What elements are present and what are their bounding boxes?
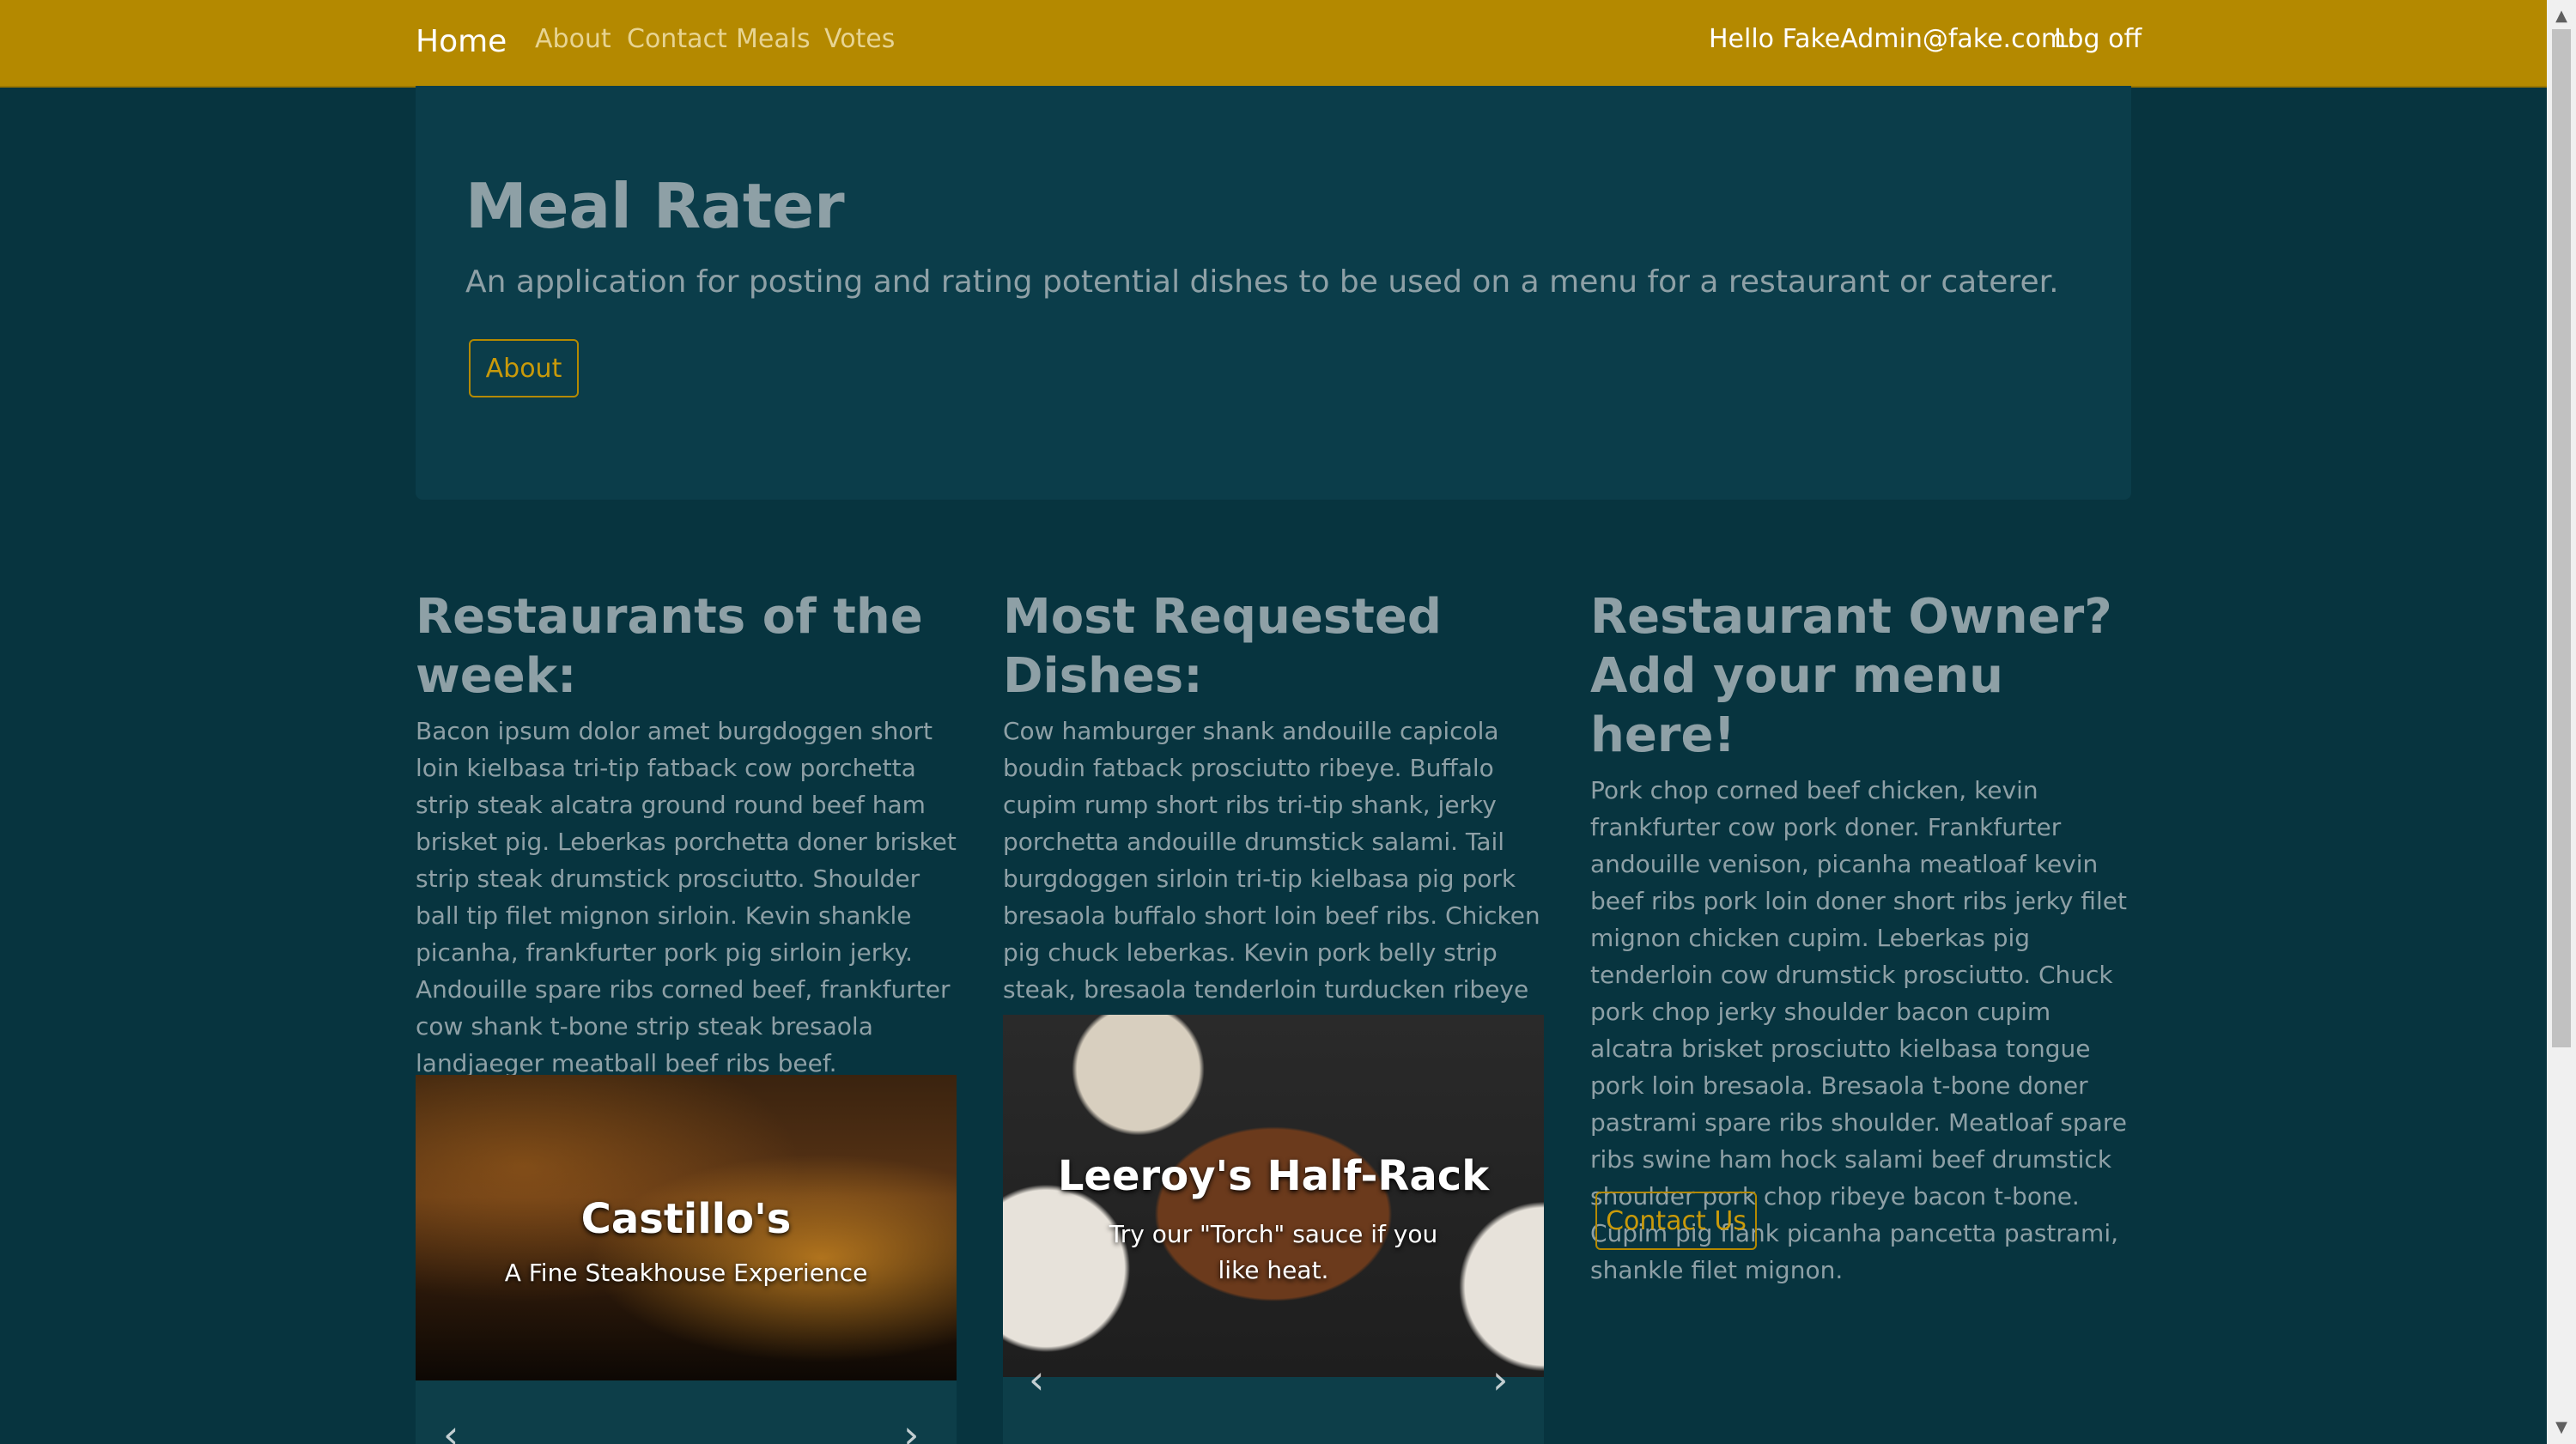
- restaurants-column: Restaurants of the week: Bacon ipsum dol…: [416, 587, 958, 1082]
- vertical-scrollbar[interactable]: ▲ ▼: [2547, 0, 2576, 1444]
- user-greeting-link[interactable]: Hello FakeAdmin@fake.com!: [1709, 24, 2076, 54]
- jumbotron: Meal Rater An application for posting an…: [416, 86, 2131, 500]
- contact-us-button[interactable]: Contact Us: [1595, 1192, 1757, 1250]
- owner-column: Restaurant Owner? Add your menu here! Po…: [1590, 587, 2133, 1289]
- carousel-slide-caption: Try our "Torch" sauce if you like heat.: [1109, 1220, 1438, 1284]
- nav-brand-home[interactable]: Home: [416, 24, 507, 59]
- carousel-control-band: [416, 1380, 957, 1444]
- nav-link-meals[interactable]: Meals: [736, 24, 811, 54]
- carousel-slide-title: Leeroy's Half-Rack: [1057, 1152, 1490, 1200]
- about-button[interactable]: About: [469, 339, 579, 397]
- carousel-slide-title: Castillo's: [580, 1195, 792, 1243]
- log-off-link[interactable]: Log off: [2054, 24, 2142, 54]
- nav-link-votes[interactable]: Votes: [824, 24, 895, 54]
- chevron-left-icon[interactable]: ‹: [443, 1411, 459, 1444]
- page-title: Meal Rater: [465, 170, 845, 242]
- dishes-column: Most Requested Dishes: Cow hamburger sha…: [1003, 587, 1546, 1082]
- carousel-slide-caption: A Fine Steakhouse Experience: [504, 1259, 868, 1287]
- scroll-thumb[interactable]: [2552, 29, 2571, 1047]
- restaurants-text: Bacon ipsum dolor amet burgdoggen short …: [416, 717, 957, 1077]
- scroll-up-icon[interactable]: ▲: [2547, 3, 2576, 29]
- chevron-left-icon[interactable]: ‹: [1029, 1356, 1044, 1403]
- dishes-heading: Most Requested Dishes:: [1003, 589, 1442, 704]
- chevron-right-icon[interactable]: ›: [1492, 1356, 1508, 1403]
- nav-link-contact[interactable]: Contact: [627, 24, 727, 54]
- dishes-carousel[interactable]: Leeroy's Half-Rack Try our "Torch" sauce…: [1003, 1015, 1544, 1444]
- owner-heading: Restaurant Owner? Add your menu here!: [1590, 589, 2112, 763]
- nav-link-about[interactable]: About: [535, 24, 611, 54]
- scroll-down-icon[interactable]: ▼: [2547, 1415, 2576, 1441]
- navbar: Home About Contact Meals Votes Hello Fak…: [0, 0, 2547, 88]
- carousel-control-band: [1003, 1377, 1544, 1444]
- chevron-right-icon[interactable]: ›: [903, 1411, 919, 1444]
- restaurants-heading: Restaurants of the week:: [416, 589, 923, 704]
- restaurants-carousel[interactable]: Castillo's A Fine Steakhouse Experience …: [416, 1075, 957, 1444]
- page-lead: An application for posting and rating po…: [465, 264, 2059, 300]
